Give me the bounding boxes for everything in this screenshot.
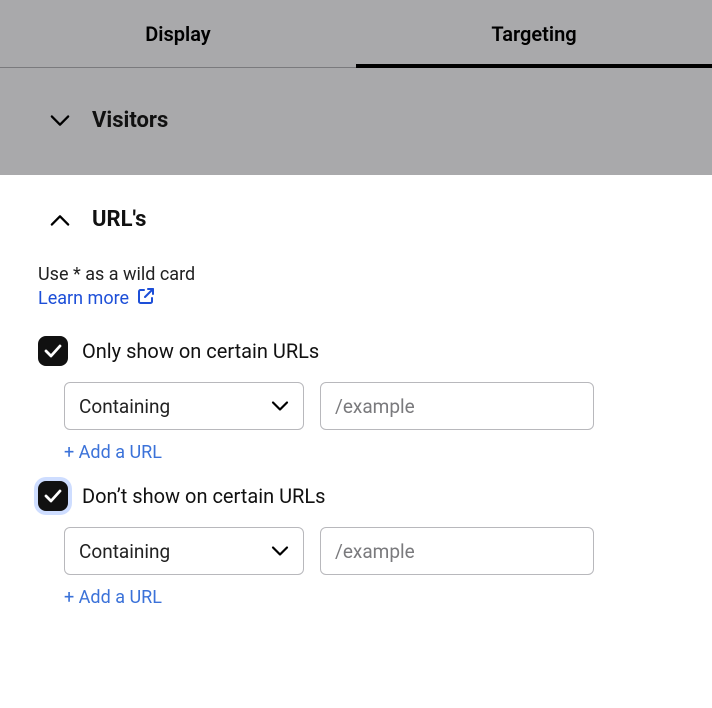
dont-show-url-input[interactable] (320, 527, 594, 575)
dont-show-operator-value: Containing (79, 540, 170, 563)
tab-display[interactable]: Display (0, 0, 356, 67)
section-urls-header[interactable]: URL's (0, 175, 712, 244)
wildcard-hint: Use * as a wild card (38, 264, 674, 285)
chevron-up-icon (50, 214, 70, 226)
urls-panel: Use * as a wild card Learn more Only sho… (0, 244, 712, 646)
only-show-operator-select[interactable]: Containing (64, 382, 304, 430)
only-show-add-url[interactable]: + Add a URL (38, 442, 162, 463)
chevron-down-icon (271, 540, 289, 563)
tab-display-label: Display (145, 22, 210, 46)
only-show-operator-value: Containing (79, 395, 170, 418)
only-show-url-input[interactable] (320, 382, 594, 430)
dont-show-add-url[interactable]: + Add a URL (38, 587, 162, 608)
dont-show-label: Don’t show on certain URLs (82, 484, 325, 508)
tab-targeting-label: Targeting (491, 22, 576, 46)
section-urls-title: URL's (92, 207, 146, 232)
tabs: Display Targeting (0, 0, 712, 68)
external-link-icon (137, 287, 155, 310)
chevron-down-icon (50, 115, 70, 127)
dont-show-block: Don’t show on certain URLs Containing + … (38, 481, 674, 608)
dont-show-operator-select[interactable]: Containing (64, 527, 304, 575)
only-show-label: Only show on certain URLs (82, 339, 319, 363)
chevron-down-icon (271, 395, 289, 418)
only-show-block: Only show on certain URLs Containing + A… (38, 336, 674, 463)
tab-targeting[interactable]: Targeting (356, 0, 712, 67)
section-visitors-title: Visitors (92, 108, 168, 133)
only-show-checkbox[interactable] (38, 336, 68, 366)
section-visitors-header[interactable]: Visitors (0, 68, 712, 175)
learn-more-link[interactable]: Learn more (38, 287, 155, 310)
dont-show-checkbox[interactable] (38, 481, 68, 511)
learn-more-label: Learn more (38, 288, 129, 309)
